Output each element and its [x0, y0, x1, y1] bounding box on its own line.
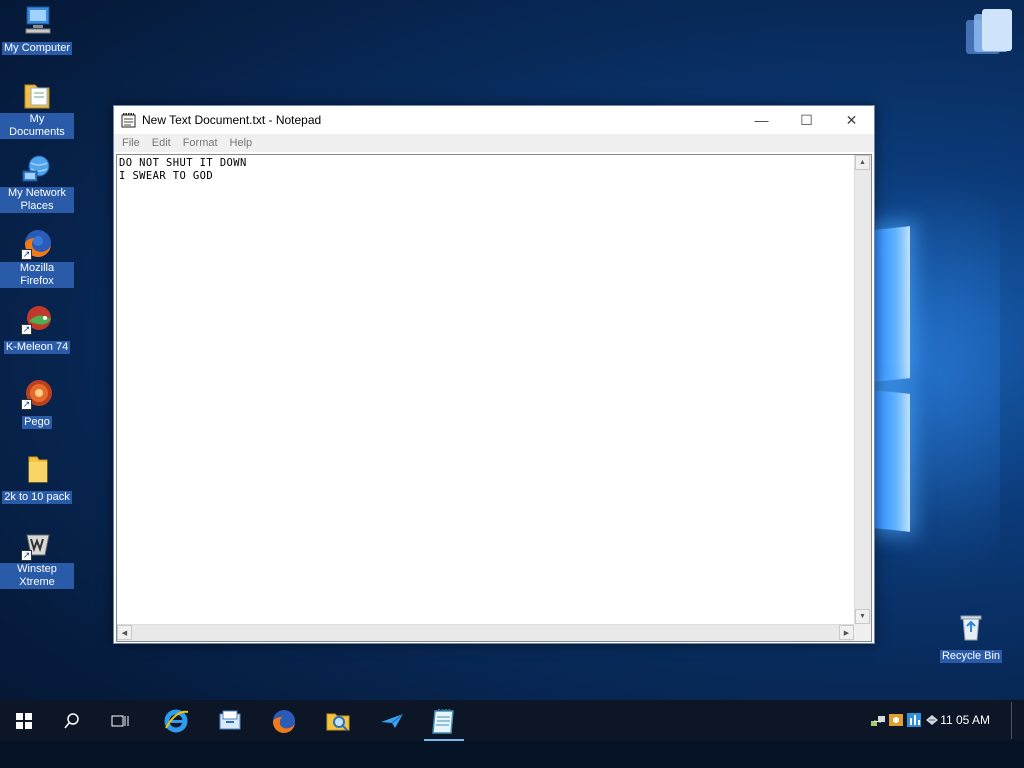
scroll-left-button[interactable]: ◀ — [117, 625, 132, 640]
shortcut-arrow-icon: ↗ — [21, 550, 32, 561]
desktop-icon-mozilla-firefox[interactable]: ↗ Mozilla Firefox — [0, 228, 74, 289]
task-view-icon — [111, 715, 129, 726]
dock-stack-icon[interactable] — [960, 6, 1018, 58]
vertical-scrollbar[interactable]: ▲ ▼ — [854, 155, 871, 624]
desktop-icon-label: My Network Places — [0, 187, 74, 213]
scroll-up-button[interactable]: ▲ — [855, 155, 870, 170]
desktop-bottom-strip — [0, 741, 1024, 768]
tray-network-icon[interactable] — [870, 712, 886, 728]
taskbar-internet-explorer[interactable] — [152, 700, 200, 741]
wallpaper-logo-beam-top — [874, 226, 910, 382]
firefox-icon — [272, 709, 295, 733]
desktop-icon-label: Mozilla Firefox — [0, 262, 74, 288]
desktop-icon-2k-to-10-pack[interactable]: 2k to 10 pack — [0, 453, 74, 505]
documents-folder-icon — [21, 79, 53, 111]
system-tray — [870, 712, 940, 728]
paper-plane-icon — [381, 713, 404, 728]
folder-search-icon — [326, 713, 350, 731]
window-titlebar[interactable]: New Text Document.txt - Notepad — ☐ ✕ — [114, 106, 874, 134]
wallpaper-logo-beam-bottom — [874, 390, 910, 532]
taskbar: 11 05 AM — [0, 700, 1024, 741]
computer-icon — [21, 4, 53, 36]
tray-sync-icon[interactable] — [924, 712, 940, 728]
scroll-down-button[interactable]: ▼ — [855, 609, 870, 624]
menu-bar: File Edit Format Help — [114, 134, 874, 152]
recycle-bin-icon — [955, 612, 987, 644]
menu-edit[interactable]: Edit — [146, 137, 177, 149]
menu-format[interactable]: Format — [177, 137, 224, 149]
network-globe-icon — [21, 153, 53, 185]
shortcut-arrow-icon: ↗ — [21, 399, 32, 410]
desktop-icon-my-computer[interactable]: My Computer — [0, 4, 74, 56]
taskbar-firefox[interactable] — [260, 700, 308, 741]
notepad-window[interactable]: New Text Document.txt - Notepad — ☐ ✕ Fi… — [113, 105, 875, 644]
taskbar-send-app[interactable] — [368, 700, 416, 741]
folder-icon — [21, 453, 53, 485]
horizontal-scrollbar[interactable]: ◀ ▶ — [117, 624, 854, 641]
tray-monitor-icon[interactable] — [906, 712, 922, 728]
menu-file[interactable]: File — [116, 137, 146, 149]
taskbar-file-manager[interactable] — [206, 700, 254, 741]
desktop-icon-winstep-xtreme[interactable]: ↗ Winstep Xtreme — [0, 529, 74, 590]
desktop-icon-label: My Documents — [0, 113, 74, 139]
document-text[interactable]: DO NOT SHUT IT DOWN I SWEAR TO GOD — [119, 157, 853, 623]
task-view-button[interactable] — [96, 700, 144, 741]
minimize-button[interactable]: — — [739, 106, 784, 134]
tray-media-icon[interactable] — [888, 712, 904, 728]
windows-logo-icon — [16, 712, 32, 729]
desktop-icon-my-network-places[interactable]: My Network Places — [0, 153, 74, 214]
desktop-icon-label: Recycle Bin — [939, 650, 1003, 663]
resize-grip[interactable] — [854, 624, 871, 641]
firefox-icon: ↗ — [21, 228, 53, 260]
internet-explorer-icon — [164, 709, 189, 732]
search-button[interactable] — [48, 700, 96, 741]
window-controls: — ☐ ✕ — [739, 106, 874, 134]
desktop-icon-my-documents[interactable]: My Documents — [0, 79, 74, 140]
shortcut-arrow-icon: ↗ — [21, 249, 32, 260]
desktop-icon-label: Pego — [22, 416, 52, 429]
desktop-icon-recycle-bin[interactable]: Recycle Bin — [934, 612, 1008, 664]
taskbar-notepad[interactable] — [420, 700, 468, 741]
desktop-icon-label: 2k to 10 pack — [2, 491, 72, 504]
winstep-icon: ↗ — [21, 529, 53, 561]
maximize-button[interactable]: ☐ — [784, 106, 829, 134]
file-manager-icon — [219, 710, 241, 729]
text-editor[interactable]: DO NOT SHUT IT DOWN I SWEAR TO GOD ▲ ▼ ◀… — [116, 154, 872, 642]
notepad-icon — [432, 708, 454, 734]
close-button[interactable]: ✕ — [829, 106, 874, 134]
desktop-icon-k-meleon[interactable]: ↗ K-Meleon 74 — [0, 303, 74, 355]
desktop-icon-label: K-Meleon 74 — [3, 341, 71, 354]
shortcut-arrow-icon: ↗ — [21, 324, 32, 335]
notepad-icon — [120, 112, 138, 128]
scroll-right-button[interactable]: ▶ — [839, 625, 854, 640]
desktop-icon-label: Winstep Xtreme — [0, 563, 74, 589]
show-desktop-divider[interactable] — [1011, 702, 1012, 739]
pego-icon: ↗ — [21, 378, 53, 410]
desktop-icon-label: My Computer — [1, 42, 73, 55]
taskbar-clock[interactable]: 11 05 AM — [940, 713, 990, 727]
window-title: New Text Document.txt - Notepad — [142, 113, 322, 127]
desktop-icon-pego[interactable]: ↗ Pego — [0, 378, 74, 430]
taskbar-search-folder[interactable] — [314, 700, 362, 741]
start-button[interactable] — [0, 700, 48, 741]
menu-help[interactable]: Help — [224, 137, 259, 149]
k-meleon-icon: ↗ — [21, 303, 53, 335]
search-icon — [64, 712, 79, 728]
